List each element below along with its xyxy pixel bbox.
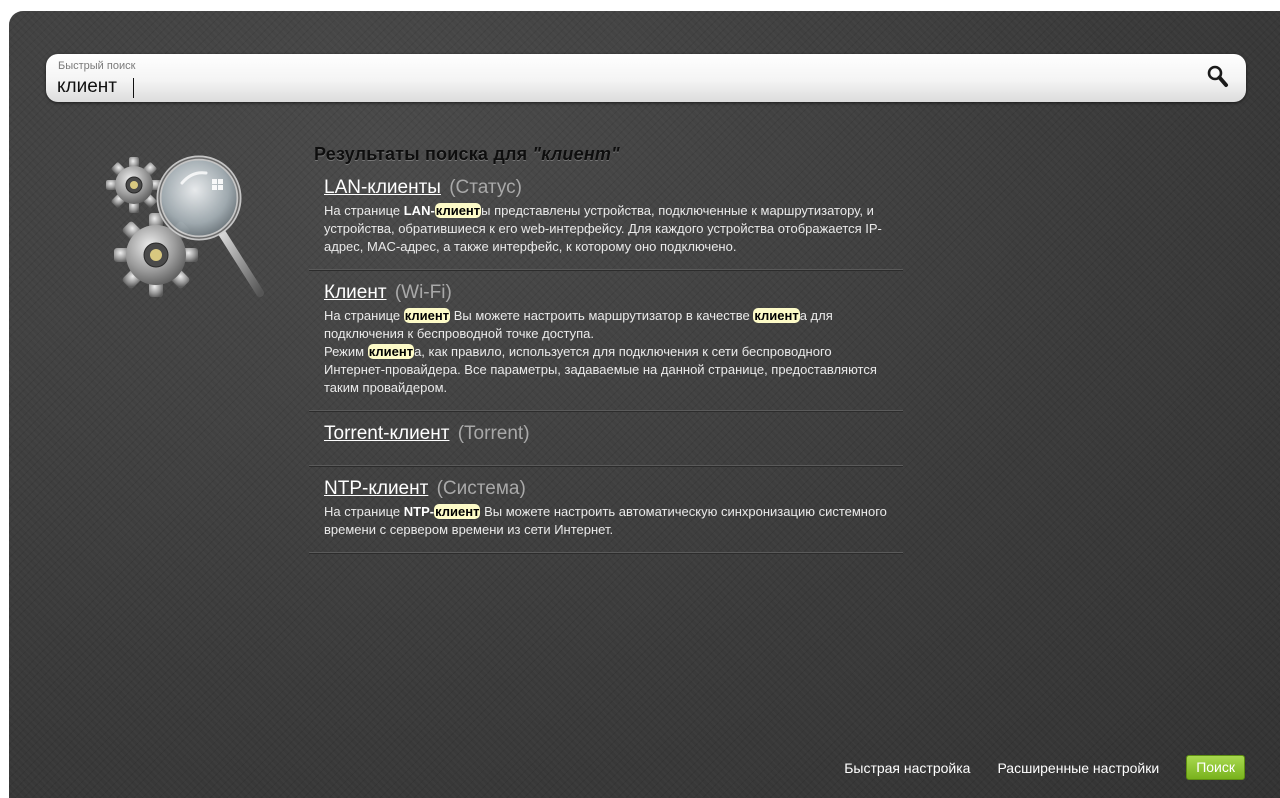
results-heading-query: "клиент" [532,144,620,164]
result-title-row: LAN-клиенты (Статус) [324,177,888,199]
description-text: Вы можете настроить маршрутизатор в каче… [450,308,754,323]
bold-text: NTP- [403,504,435,519]
advanced-settings-link[interactable]: Расширенные настройки [997,760,1159,776]
result-title-link[interactable]: NTP-клиент [324,478,428,499]
result-item: Torrent-клиент (Torrent) [309,411,903,466]
description-text: Режим [324,344,368,359]
gears-magnifier-illustration [94,143,266,303]
result-section-label: (Torrent) [457,423,530,444]
search-button[interactable]: Поиск [1186,755,1245,780]
result-title-row: Torrent-клиент (Torrent) [324,423,888,445]
text-caret [133,78,134,98]
result-title-link[interactable]: Torrent-клиент [324,423,449,444]
search-term-highlight: клиент [434,504,481,519]
results-heading: Результаты поиска для "клиент" [314,144,903,165]
search-icon[interactable] [1204,63,1232,91]
result-item: NTP-клиент (Система) На странице NTP-клие… [309,466,903,553]
bold-text: LAN- [403,203,435,218]
result-description: На странице LAN-клиенты представлены уст… [324,202,888,256]
search-input[interactable] [57,75,1177,99]
search-term-highlight: клиент [367,344,415,359]
results-heading-prefix: Результаты поиска для [314,144,533,164]
result-section-label: (Статус) [449,177,522,198]
result-item: Клиент (Wi-Fi) На странице клиент Вы може… [309,270,903,411]
result-title-link[interactable]: Клиент [324,282,387,303]
main-panel: Быстрый поиск клиент Результаты поиска д… [9,11,1280,798]
result-title-link[interactable]: LAN-клиенты [324,177,441,198]
search-term-highlight: клиент [434,203,482,218]
quick-setup-link[interactable]: Быстрая настройка [844,760,970,776]
result-section-label: (Система) [436,478,526,499]
search-results: Результаты поиска для "клиент" LAN-клиен… [309,144,903,553]
quick-search-bar: Быстрый поиск [46,54,1246,102]
result-section-label: (Wi-Fi) [394,282,452,303]
search-term-highlight: клиент [753,308,800,323]
description-text: На странице [324,504,404,519]
footer-nav: Быстрая настройка Расширенные настройки … [844,755,1245,780]
search-label: Быстрый поиск [58,60,136,72]
search-term-highlight: клиент [403,308,451,323]
result-description: На странице NTP-клиент Вы можете настрои… [324,503,888,539]
result-title-row: Клиент (Wi-Fi) [324,282,888,304]
result-title-row: NTP-клиент (Система) [324,478,888,500]
description-text: На странице [324,308,404,323]
result-description: На странице клиент Вы можете настроить м… [324,307,888,397]
description-text: На странице [324,203,404,218]
result-item: LAN-клиенты (Статус) На странице LAN-клие… [309,174,903,270]
results-list: LAN-клиенты (Статус) На странице LAN-клие… [309,174,903,553]
